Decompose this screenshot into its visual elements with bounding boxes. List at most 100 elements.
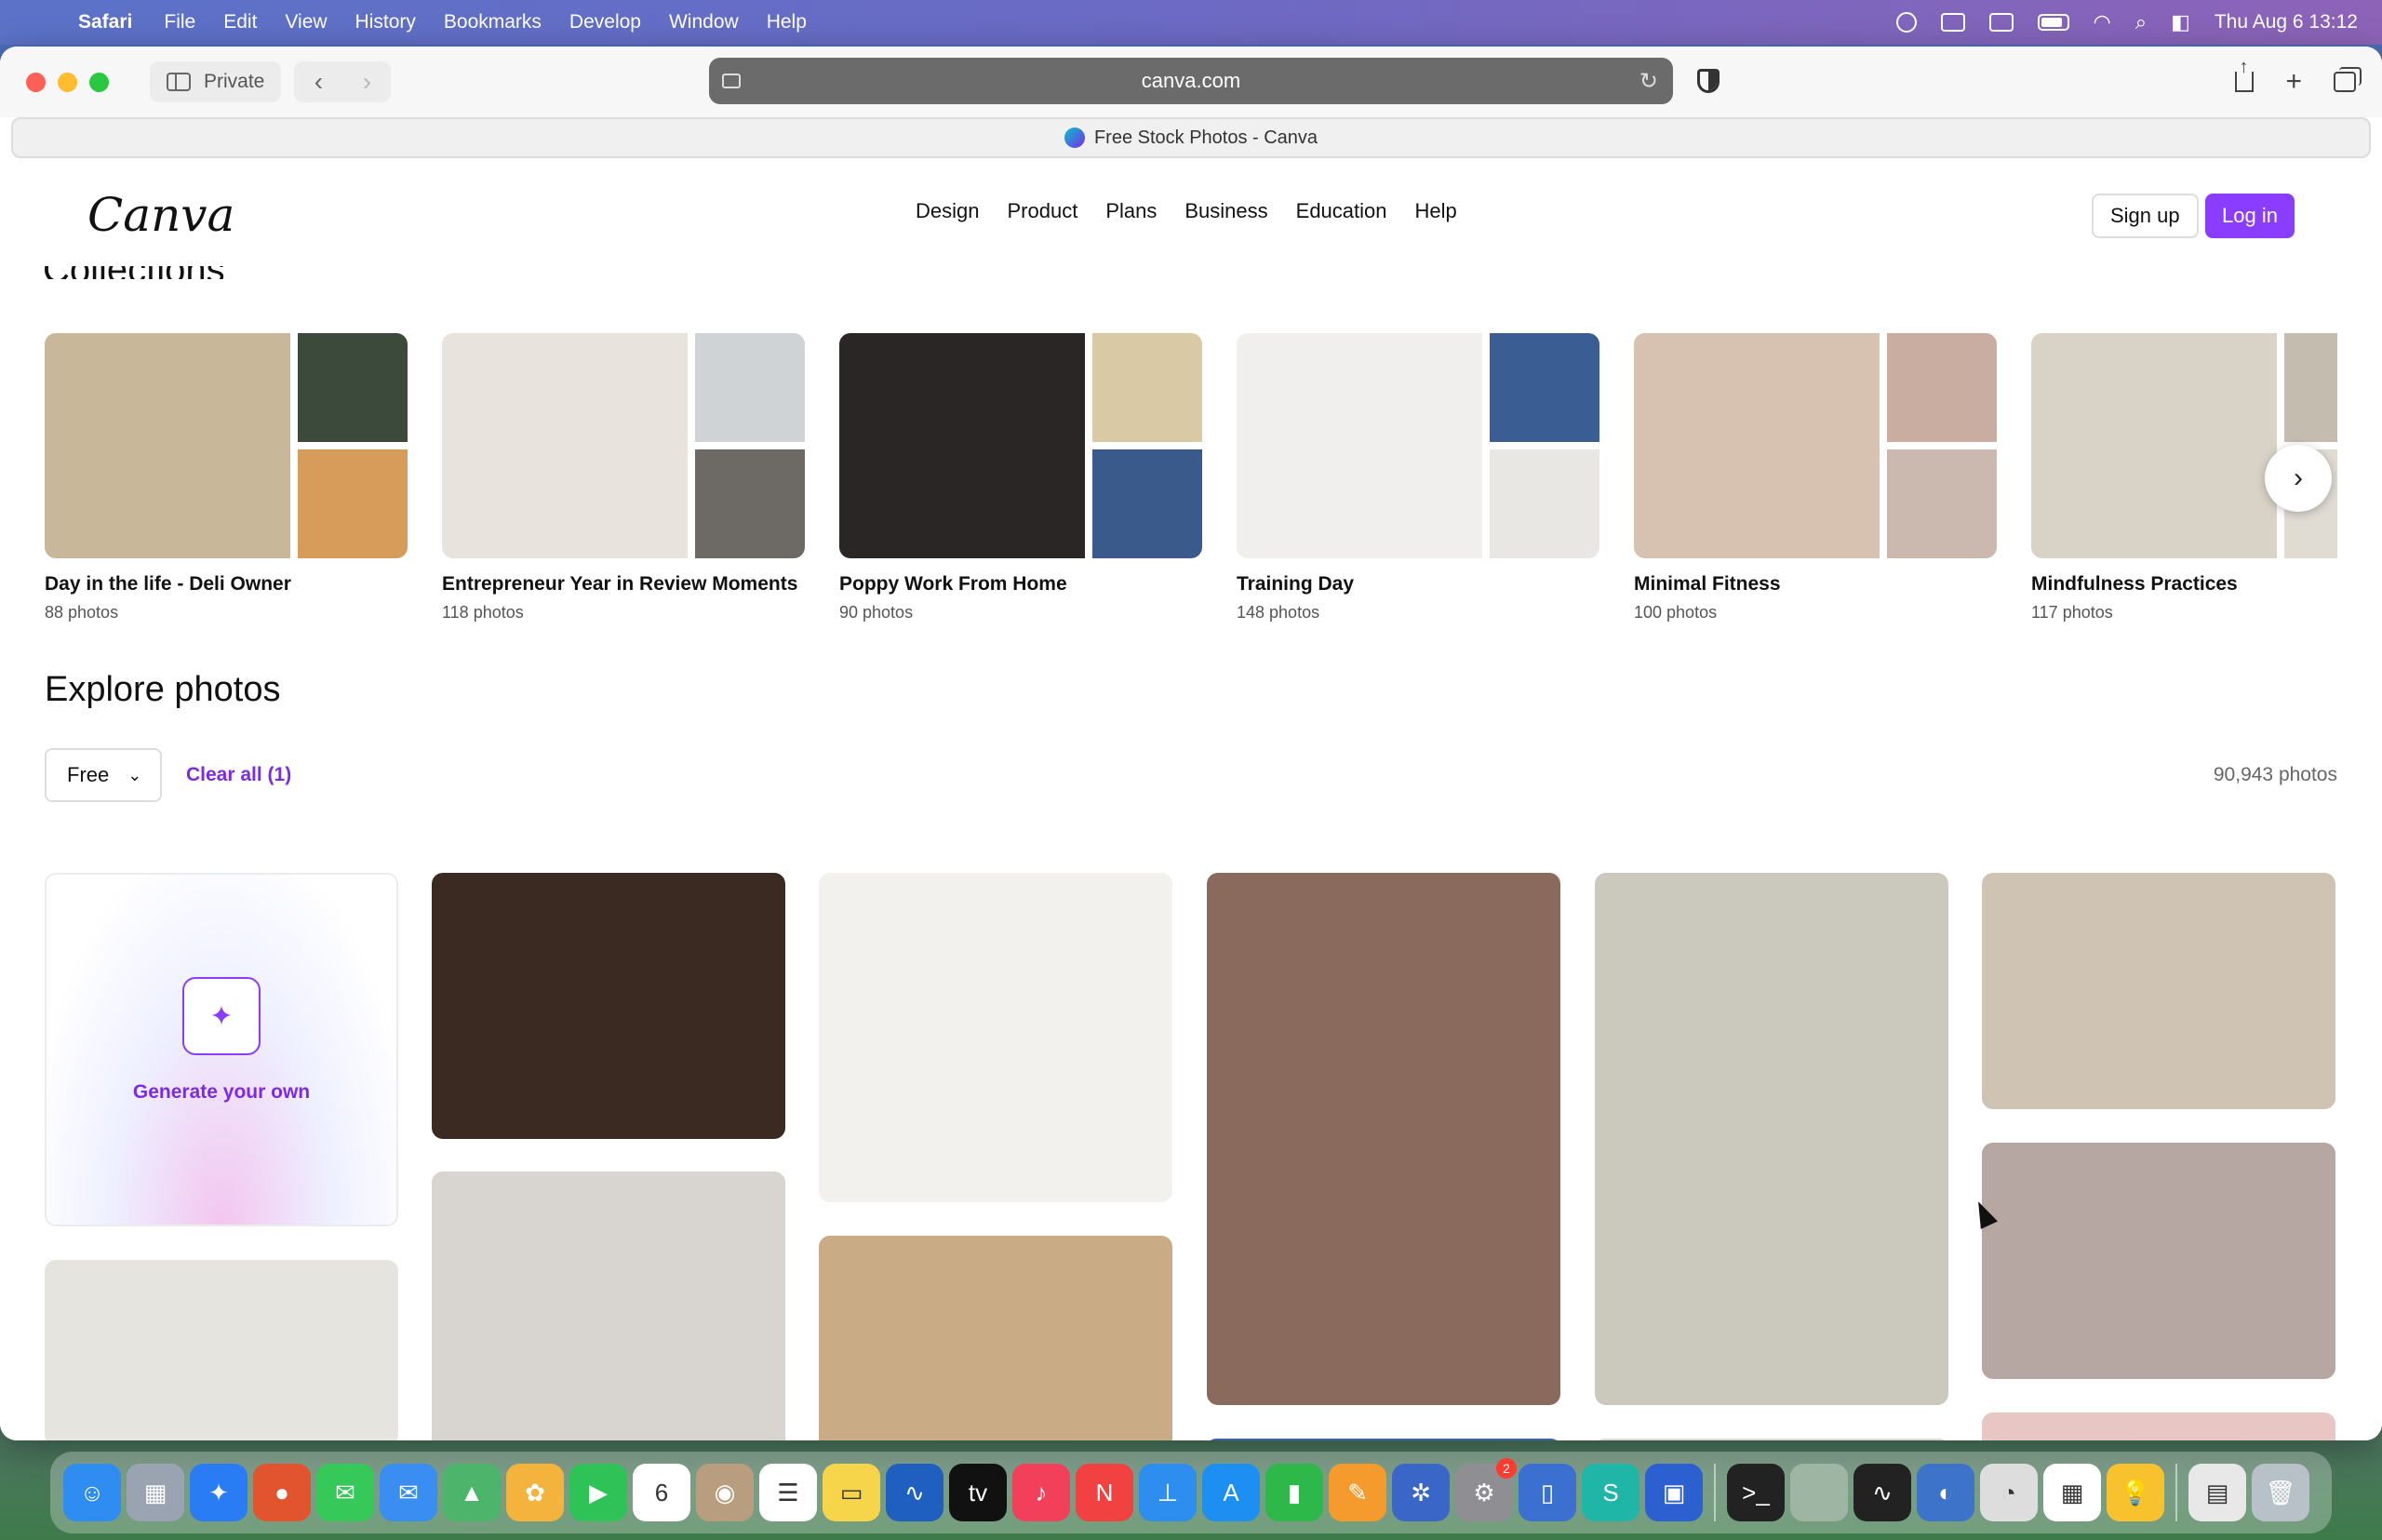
menu-app-name[interactable]: Safari <box>78 11 132 33</box>
menu-bookmarks[interactable]: Bookmarks <box>444 11 542 33</box>
dock-simulator-icon[interactable]: ▯ <box>1519 1464 1576 1521</box>
menu-window[interactable]: Window <box>669 11 739 33</box>
now-playing-icon[interactable] <box>1895 12 1917 33</box>
plant-shadow-photo[interactable] <box>1595 873 1948 1405</box>
battery-icon[interactable] <box>2037 14 2069 31</box>
dock-music-icon[interactable]: ♪ <box>1012 1464 1070 1521</box>
control-center-icon[interactable]: ◧ <box>2171 10 2190 34</box>
menu-clock[interactable]: Thu Aug 6 13:12 <box>2215 11 2358 33</box>
canva-logo[interactable]: Canva <box>87 188 234 242</box>
dock-notes-icon[interactable]: ▭ <box>823 1464 880 1521</box>
dock-messages-icon[interactable]: ✉ <box>316 1464 374 1521</box>
dock-firefox-icon[interactable]: ● <box>253 1464 311 1521</box>
sidebar-toggle-button[interactable]: Private <box>150 61 282 102</box>
menu-help[interactable]: Help <box>767 11 807 33</box>
dock-tv-icon[interactable]: tv <box>949 1464 1007 1521</box>
nav-plans[interactable]: Plans <box>1105 199 1157 223</box>
dock-activity-monitor-icon[interactable]: ∿ <box>1853 1464 1911 1521</box>
dock-news-icon[interactable]: N <box>1076 1464 1133 1521</box>
dock-downloads-stack-icon[interactable]: ▤ <box>2188 1464 2246 1521</box>
tulips-bag-photo[interactable] <box>432 1172 785 1440</box>
dock-disk-utility-icon[interactable]: ◔ <box>1980 1464 2038 1521</box>
clear-filters-link[interactable]: Clear all (1) <box>186 764 291 786</box>
menu-view[interactable]: View <box>285 11 327 33</box>
laptop-desk-photo[interactable] <box>45 1260 398 1440</box>
nav-design[interactable]: Design <box>916 199 979 223</box>
dock-safari-icon[interactable]: ✦ <box>190 1464 248 1521</box>
collection-card[interactable]: Minimal Fitness 100 photos <box>1634 333 1997 622</box>
collection-main-photo <box>45 333 290 558</box>
new-tab-icon[interactable]: + <box>2285 66 2302 98</box>
sky-clouds-photo[interactable] <box>1982 1143 2335 1379</box>
page-menu-icon[interactable] <box>722 74 741 88</box>
carousel-next-button[interactable]: › <box>2265 445 2332 512</box>
display-icon[interactable] <box>1940 13 1965 32</box>
dock-maps-icon[interactable]: ▲ <box>443 1464 501 1521</box>
forward-button[interactable]: › <box>342 67 391 97</box>
collection-side-photo <box>1490 449 1599 558</box>
screen-mirror-icon[interactable] <box>1988 13 2014 32</box>
wooden-floor-photo[interactable] <box>819 1236 1172 1440</box>
collection-count: 118 photos <box>442 603 524 622</box>
menu-history[interactable]: History <box>355 11 416 33</box>
dock-keynote-icon[interactable]: ⊥ <box>1139 1464 1197 1521</box>
log-in-button[interactable]: Log in <box>2205 194 2295 238</box>
collection-card[interactable]: Poppy Work From Home 90 photos <box>839 333 1202 622</box>
dock-launchpad-icon[interactable]: ▦ <box>127 1464 184 1521</box>
collection-card[interactable]: Training Day 148 photos <box>1237 333 1599 622</box>
dock-window-thumbnail-icon[interactable] <box>1790 1464 1848 1521</box>
reload-icon[interactable]: ↻ <box>1639 68 1658 95</box>
nav-product[interactable]: Product <box>1007 199 1077 223</box>
minimize-window-button[interactable] <box>58 72 77 92</box>
spotlight-icon[interactable]: ⌕ <box>2135 10 2147 34</box>
dock-app-store-icon[interactable]: A <box>1202 1464 1260 1521</box>
dock-terminal-icon[interactable]: >_ <box>1727 1464 1785 1521</box>
grey-tile-photo[interactable] <box>1595 1439 1948 1440</box>
dock-trash-icon[interactable]: 🗑 <box>2252 1464 2309 1521</box>
dock-parallels-icon[interactable]: ▣ <box>1645 1464 1703 1521</box>
dock-freeform-icon[interactable]: ∿ <box>886 1464 943 1521</box>
pink-flower-photo[interactable] <box>1982 1413 2335 1440</box>
collection-side-photo <box>1092 449 1202 558</box>
dock-facetime-icon[interactable]: ▶ <box>569 1464 627 1521</box>
dock-mail-icon[interactable]: ✉ <box>380 1464 437 1521</box>
dock-contacts-icon[interactable]: ◉ <box>696 1464 754 1521</box>
blue-tile-photo[interactable] <box>1207 1439 1560 1440</box>
dock-system-settings-icon[interactable]: ⚙ 2 <box>1455 1458 1517 1521</box>
sign-up-button[interactable]: Sign up <box>2092 194 2199 238</box>
dock-chart-thumbnail-icon[interactable]: ▦ <box>2043 1464 2101 1521</box>
book-tulips-photo[interactable] <box>1982 873 2335 1109</box>
dock-perplexity-icon[interactable]: ✲ <box>1392 1464 1450 1521</box>
close-window-button[interactable] <box>26 72 46 92</box>
dock-tips-icon[interactable]: 💡 <box>2107 1464 2164 1521</box>
dock-numbers-icon[interactable]: ▮ <box>1265 1464 1323 1521</box>
tab-overview-icon[interactable] <box>2334 67 2362 92</box>
collection-card[interactable]: Entrepreneur Year in Review Moments 118 p… <box>442 333 805 622</box>
dock-photos-icon[interactable]: ✿ <box>506 1464 564 1521</box>
share-icon[interactable] <box>2235 57 2255 92</box>
menu-file[interactable]: File <box>164 11 195 33</box>
menu-edit[interactable]: Edit <box>223 11 257 33</box>
zoom-window-button[interactable] <box>89 72 109 92</box>
menu-develop[interactable]: Develop <box>569 11 641 33</box>
privacy-shield-icon[interactable] <box>1697 69 1720 93</box>
tab-bar[interactable]: Free Stock Photos - Canva <box>11 117 2371 158</box>
nav-education[interactable]: Education <box>1296 199 1387 223</box>
rainbow-light-photo[interactable] <box>1207 873 1560 1405</box>
dock-surfshark-icon[interactable]: S <box>1582 1464 1639 1521</box>
nav-business[interactable]: Business <box>1184 199 1267 223</box>
white-flower-photo[interactable] <box>819 873 1172 1202</box>
nav-help[interactable]: Help <box>1415 199 1457 223</box>
price-filter-dropdown[interactable]: Free ⌄ <box>45 748 162 802</box>
dock-calendar-icon[interactable]: 6 <box>633 1464 690 1521</box>
coffee-desk-photo[interactable] <box>432 873 785 1139</box>
wifi-icon[interactable]: ◠ <box>2094 10 2111 34</box>
address-bar[interactable]: canva.com ↻ <box>709 58 1673 104</box>
dock-preview-icon[interactable]: ◐ <box>1917 1464 1974 1521</box>
dock-pages-icon[interactable]: ✎ <box>1329 1464 1386 1521</box>
dock-reminders-icon[interactable]: ☰ <box>759 1464 817 1521</box>
collection-card[interactable]: Day in the life - Deli Owner 88 photos <box>45 333 408 622</box>
back-button[interactable]: ‹ <box>294 67 342 97</box>
dock-finder-icon[interactable]: ☺ <box>63 1464 121 1521</box>
generate-your-own-card[interactable]: ✦ Generate your own <box>45 873 398 1226</box>
